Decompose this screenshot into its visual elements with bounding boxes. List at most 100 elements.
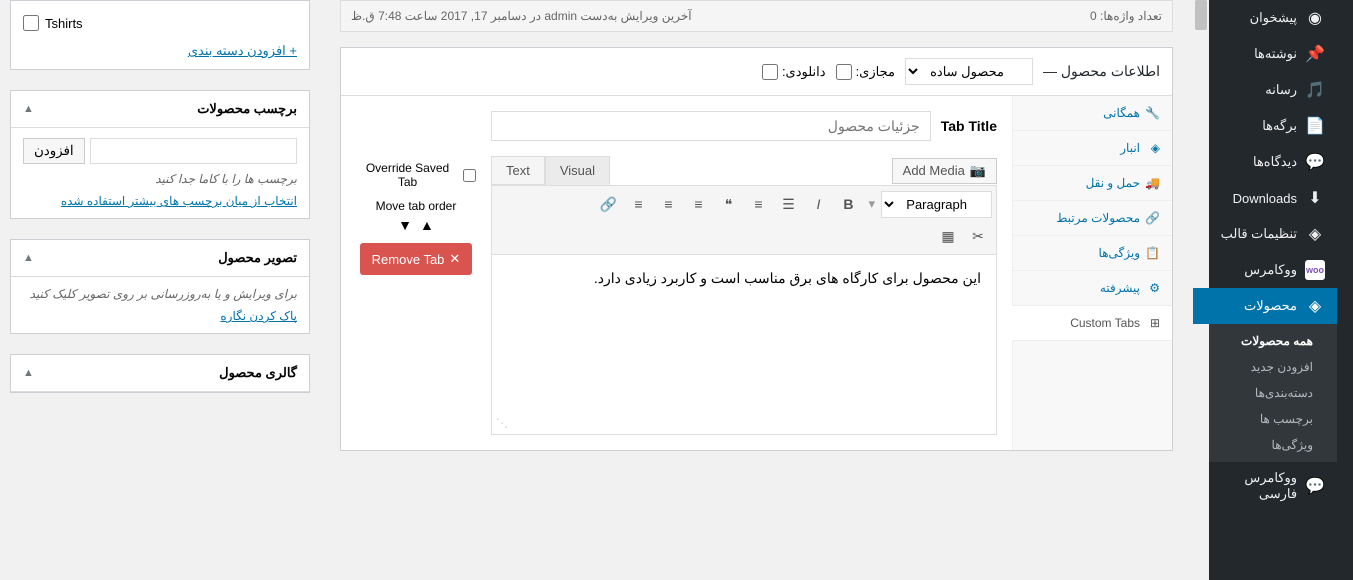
products-submenu: همه محصولات افزودن جدید دسته‌بندی‌ها برچ… <box>1193 324 1337 462</box>
gear-icon: ⚙ <box>1146 281 1160 295</box>
comments-icon: 💬 <box>1305 152 1325 172</box>
toolbar-toggle-button[interactable]: ▦ <box>934 222 962 250</box>
truck-icon: 🚚 <box>1146 176 1160 190</box>
move-up-button[interactable]: ▲ <box>420 217 434 233</box>
submenu-add-new[interactable]: افزودن جدید <box>1193 354 1337 380</box>
image-box-title: تصویر محصول <box>218 250 297 266</box>
menu-comments[interactable]: 💬دیدگاه‌ها <box>1193 144 1337 180</box>
product-type-select[interactable]: محصول ساده <box>905 58 1033 85</box>
choose-tags-link[interactable]: انتخاب از میان برچسب های بیشتر استفاده ش… <box>23 194 297 208</box>
tag-input[interactable] <box>90 138 297 164</box>
tags-box-title: برچسب محصولات <box>197 101 297 117</box>
add-media-button[interactable]: 📷Add Media <box>892 158 997 184</box>
menu-products[interactable]: ◈محصولات <box>1193 288 1337 324</box>
settings-icon: ◈ <box>1305 224 1325 244</box>
inventory-icon: ◈ <box>1146 141 1160 155</box>
bold-button[interactable]: B <box>834 190 862 218</box>
move-tab-controls: Move tab order ▲ ▼ <box>376 199 457 233</box>
align-center-button[interactable]: ≡ <box>654 190 682 218</box>
tab-side-controls: Override Saved Tab Move tab order ▲ ▼ ✕R… <box>356 111 476 435</box>
product-data-title: اطلاعات محصول — <box>1043 63 1160 80</box>
menu-downloads[interactable]: ⬇Downloads <box>1193 180 1337 216</box>
remove-image-link[interactable]: پاک کردن نگاره <box>23 309 297 323</box>
tab-attributes[interactable]: 📋ویژگی‌ها <box>1013 236 1172 271</box>
submenu-attributes[interactable]: ویژگی‌ها <box>1193 432 1337 458</box>
last-edit: آخرین ویرایش به‌دست admin در دسامبر 17, … <box>351 9 692 23</box>
tab-title-input[interactable] <box>491 111 931 141</box>
tab-inventory[interactable]: ◈انبار <box>1013 131 1172 166</box>
add-category-link[interactable]: + افزودن دسته بندی <box>23 43 297 59</box>
tags-toggle-icon[interactable]: ▲ <box>23 103 34 115</box>
quote-button[interactable]: ❝ <box>714 190 742 218</box>
categories-box: Tshirts + افزودن دسته بندی <box>10 0 310 70</box>
pages-icon: 📄 <box>1305 116 1325 136</box>
menu-dashboard[interactable]: ◉پیشخوان <box>1193 0 1337 36</box>
align-right-button[interactable]: ≡ <box>684 190 712 218</box>
bullet-list-button[interactable]: ☰ <box>774 190 802 218</box>
meta-boxes-sidebar: Tshirts + افزودن دسته بندی برچسب محصولات… <box>0 0 320 580</box>
remove-tab-button[interactable]: ✕Remove Tab <box>360 243 473 275</box>
product-data-tabs: 🔧همگانی ◈انبار 🚚حمل و نقل 🔗محصولات مرتبط… <box>1012 96 1172 450</box>
visual-tab-button[interactable]: Visual <box>545 156 610 185</box>
menu-woo-farsi[interactable]: 💬ووکامرس فارسی <box>1193 462 1337 510</box>
link-button[interactable]: 🔗 <box>594 190 622 218</box>
unlink-button[interactable]: ✂ <box>964 222 992 250</box>
downloadable-checkbox[interactable] <box>762 64 778 80</box>
menu-pages[interactable]: 📄برگه‌ها <box>1193 108 1337 144</box>
scrollbar-thumb[interactable] <box>1195 0 1207 30</box>
tags-hint: برچسب ها را با کاما جدا کنید <box>23 172 297 186</box>
submenu-categories[interactable]: دسته‌بندی‌ها <box>1193 380 1337 406</box>
editor-content-area[interactable]: این محصول برای کارگاه های برق مناسب است … <box>491 255 997 435</box>
override-checkbox[interactable] <box>463 169 476 182</box>
product-gallery-box: گالری محصول ▲ <box>10 354 310 393</box>
products-icon: ◈ <box>1305 296 1325 316</box>
virtual-checkbox[interactable] <box>836 64 852 80</box>
downloadable-label[interactable]: دانلودی: <box>762 64 826 80</box>
tshirts-checkbox[interactable] <box>23 15 39 31</box>
text-tab-button[interactable]: Text <box>491 156 545 185</box>
submenu-tags[interactable]: برچسب ها <box>1193 406 1337 432</box>
main-content: تعداد واژه‌ها: 0 آخرین ویرایش به‌دست adm… <box>320 0 1193 580</box>
add-tag-button[interactable]: افزودن <box>23 138 85 164</box>
submenu-all-products[interactable]: همه محصولات <box>1193 328 1337 354</box>
menu-theme-settings[interactable]: ◈تنظیمات قالب <box>1193 216 1337 252</box>
editor-status-bar: تعداد واژه‌ها: 0 آخرین ویرایش به‌دست adm… <box>340 0 1173 32</box>
italic-button[interactable]: I <box>804 190 832 218</box>
pin-icon: 📌 <box>1305 44 1325 64</box>
menu-posts[interactable]: 📌نوشته‌ها <box>1193 36 1337 72</box>
menu-woocommerce[interactable]: wooووکامرس <box>1193 252 1337 288</box>
tab-linked[interactable]: 🔗محصولات مرتبط <box>1013 201 1172 236</box>
dashboard-icon: ◉ <box>1305 8 1325 28</box>
admin-sidebar: ◉پیشخوان 📌نوشته‌ها 🎵رسانه 📄برگه‌ها 💬دیدگ… <box>1193 0 1353 580</box>
editor-toolbar: Paragraph ▾ B I ☰ ≡ ❝ ≡ ≡ ≡ 🔗 <box>491 185 997 255</box>
custom-tab-panel: Tab Title 📷Add Media Visual Text Paragra <box>341 96 1012 450</box>
tab-custom-tabs[interactable]: ⊞Custom Tabs <box>1012 306 1172 341</box>
product-data-header: اطلاعات محصول — محصول ساده مجازی: دانلود… <box>341 48 1172 96</box>
tab-advanced[interactable]: ⚙پیشرفته <box>1013 271 1172 306</box>
word-count: تعداد واژه‌ها: 0 <box>1090 9 1162 23</box>
menu-media[interactable]: 🎵رسانه <box>1193 72 1337 108</box>
media-icon: 🎵 <box>1305 80 1325 100</box>
download-icon: ⬇ <box>1305 188 1325 208</box>
align-left-button[interactable]: ≡ <box>624 190 652 218</box>
link-icon: 🔗 <box>1146 211 1160 225</box>
tab-shipping[interactable]: 🚚حمل و نقل <box>1013 166 1172 201</box>
resize-handle-icon[interactable]: ⋰ <box>496 416 508 430</box>
override-checkbox-label[interactable]: Override Saved Tab <box>356 161 476 189</box>
tab-title-label: Tab Title <box>941 118 997 134</box>
grid-icon: ⊞ <box>1146 316 1160 330</box>
product-image-box: تصویر محصول ▲ برای ویرایش و یا به‌روزرسا… <box>10 239 310 334</box>
image-hint: برای ویرایش و یا به‌روزرسانی بر روی تصوی… <box>23 287 297 301</box>
virtual-label[interactable]: مجازی: <box>836 64 895 80</box>
woo-farsi-icon: 💬 <box>1305 476 1325 496</box>
woo-icon: woo <box>1305 260 1325 280</box>
format-select[interactable]: Paragraph <box>881 191 992 218</box>
wrench-icon: 🔧 <box>1146 106 1160 120</box>
tab-general[interactable]: 🔧همگانی <box>1013 96 1172 131</box>
number-list-button[interactable]: ≡ <box>744 190 772 218</box>
image-toggle-icon[interactable]: ▲ <box>23 252 34 264</box>
move-down-button[interactable]: ▼ <box>398 217 412 233</box>
product-data-box: اطلاعات محصول — محصول ساده مجازی: دانلود… <box>340 47 1173 451</box>
gallery-toggle-icon[interactable]: ▲ <box>23 367 34 379</box>
product-tags-box: برچسب محصولات ▲ افزودن برچسب ها را با کا… <box>10 90 310 219</box>
